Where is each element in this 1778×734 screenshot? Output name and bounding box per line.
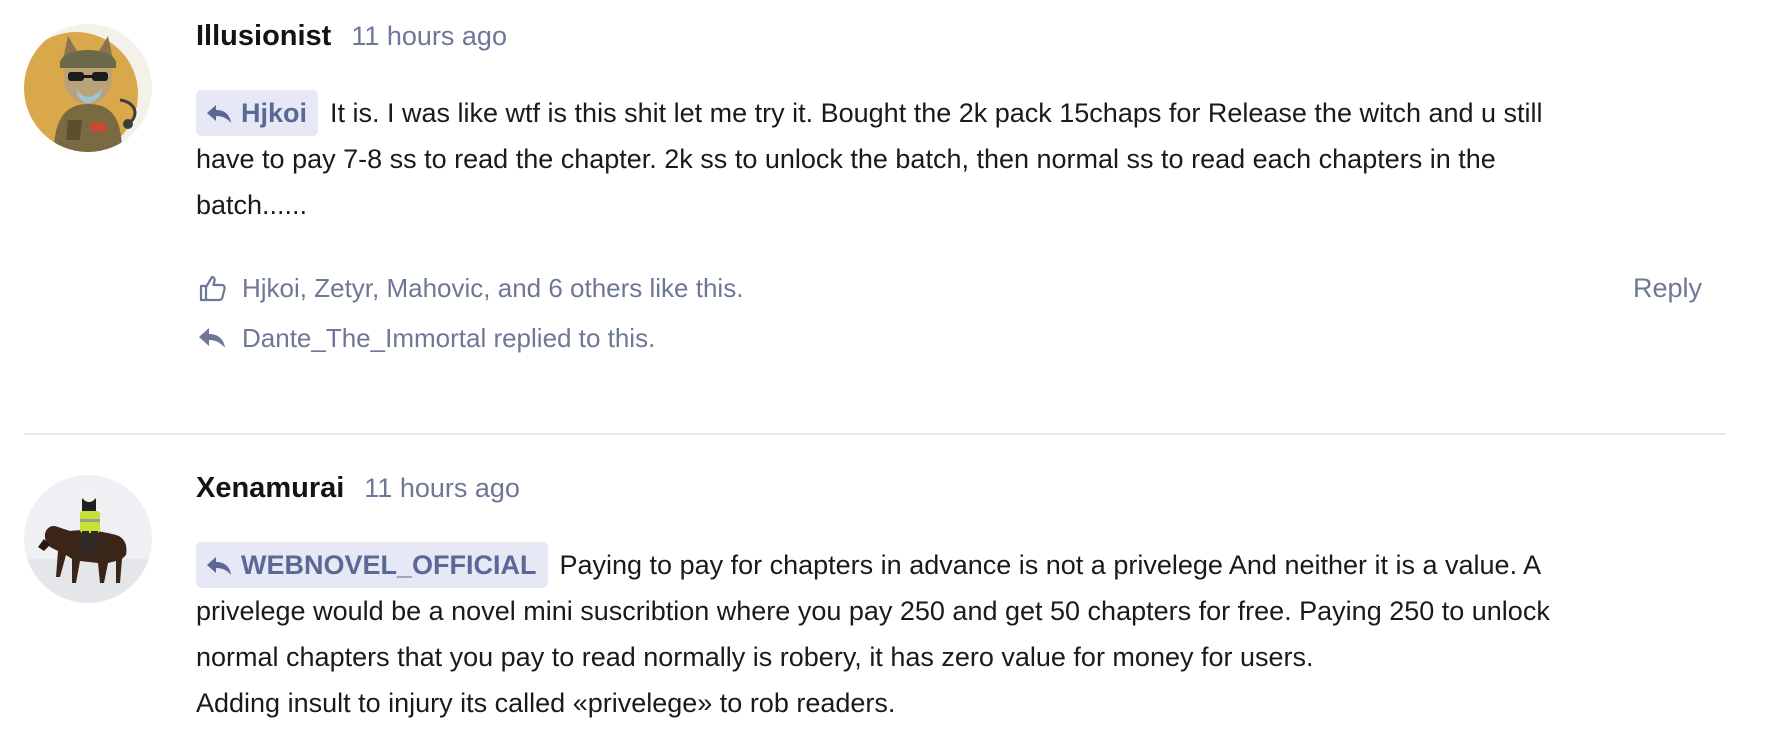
comment-divider xyxy=(24,433,1726,435)
username[interactable]: Xenamurai xyxy=(196,472,344,505)
reply-button[interactable]: Reply xyxy=(1633,273,1702,304)
replies-text[interactable]: Dante_The_Immortal replied to this. xyxy=(242,323,655,354)
comment-text-line: have to pay 7-8 ss to read the chapter. … xyxy=(196,144,1496,174)
reply-arrow-icon xyxy=(196,322,228,354)
replies-row: Dante_The_Immortal replied to this. xyxy=(196,318,1702,358)
likes-row: Hjkoi, Zetyr, Mahovic, and 6 others like… xyxy=(196,268,1702,308)
timestamp: 11 hours ago xyxy=(351,21,507,51)
avatar[interactable] xyxy=(24,24,152,152)
comment-text-line: batch...... xyxy=(196,190,308,220)
reply-mention-tag[interactable]: WEBNOVEL_OFFICIAL xyxy=(196,542,548,588)
reply-mention-tag[interactable]: Hjkoi xyxy=(196,90,319,136)
comment-text-line: privelege would be a novel mini suscribt… xyxy=(196,596,1550,626)
comment-text-line: normal chapters that you pay to read nor… xyxy=(196,642,1314,672)
comment-text: WEBNOVEL_OFFICIAL Paying to pay for chapt… xyxy=(196,542,1696,726)
thumbs-up-icon[interactable] xyxy=(196,272,228,304)
comment-text-line: Paying to pay for chapters in advance is… xyxy=(559,550,1542,580)
comment-text: Hjkoi It is. I was like wtf is this shit … xyxy=(196,90,1696,228)
horse-rider-avatar-icon xyxy=(24,475,152,603)
reply-arrow-icon xyxy=(207,557,231,575)
comment-text-line: It is. I was like wtf is this shit let m… xyxy=(330,98,1543,128)
soldier-cat-avatar-icon xyxy=(24,24,152,152)
likes-text[interactable]: Hjkoi, Zetyr, Mahovic, and 6 others like… xyxy=(242,273,743,304)
comment-text-line: Adding insult to injury its called «priv… xyxy=(196,688,896,718)
timestamp: 11 hours ago xyxy=(364,473,520,503)
reply-arrow-icon xyxy=(207,105,231,123)
mention-label: WEBNOVEL_OFFICIAL xyxy=(241,550,537,580)
mention-label: Hjkoi xyxy=(241,98,308,128)
avatar[interactable] xyxy=(24,475,152,603)
username[interactable]: Illusionist xyxy=(196,20,331,53)
